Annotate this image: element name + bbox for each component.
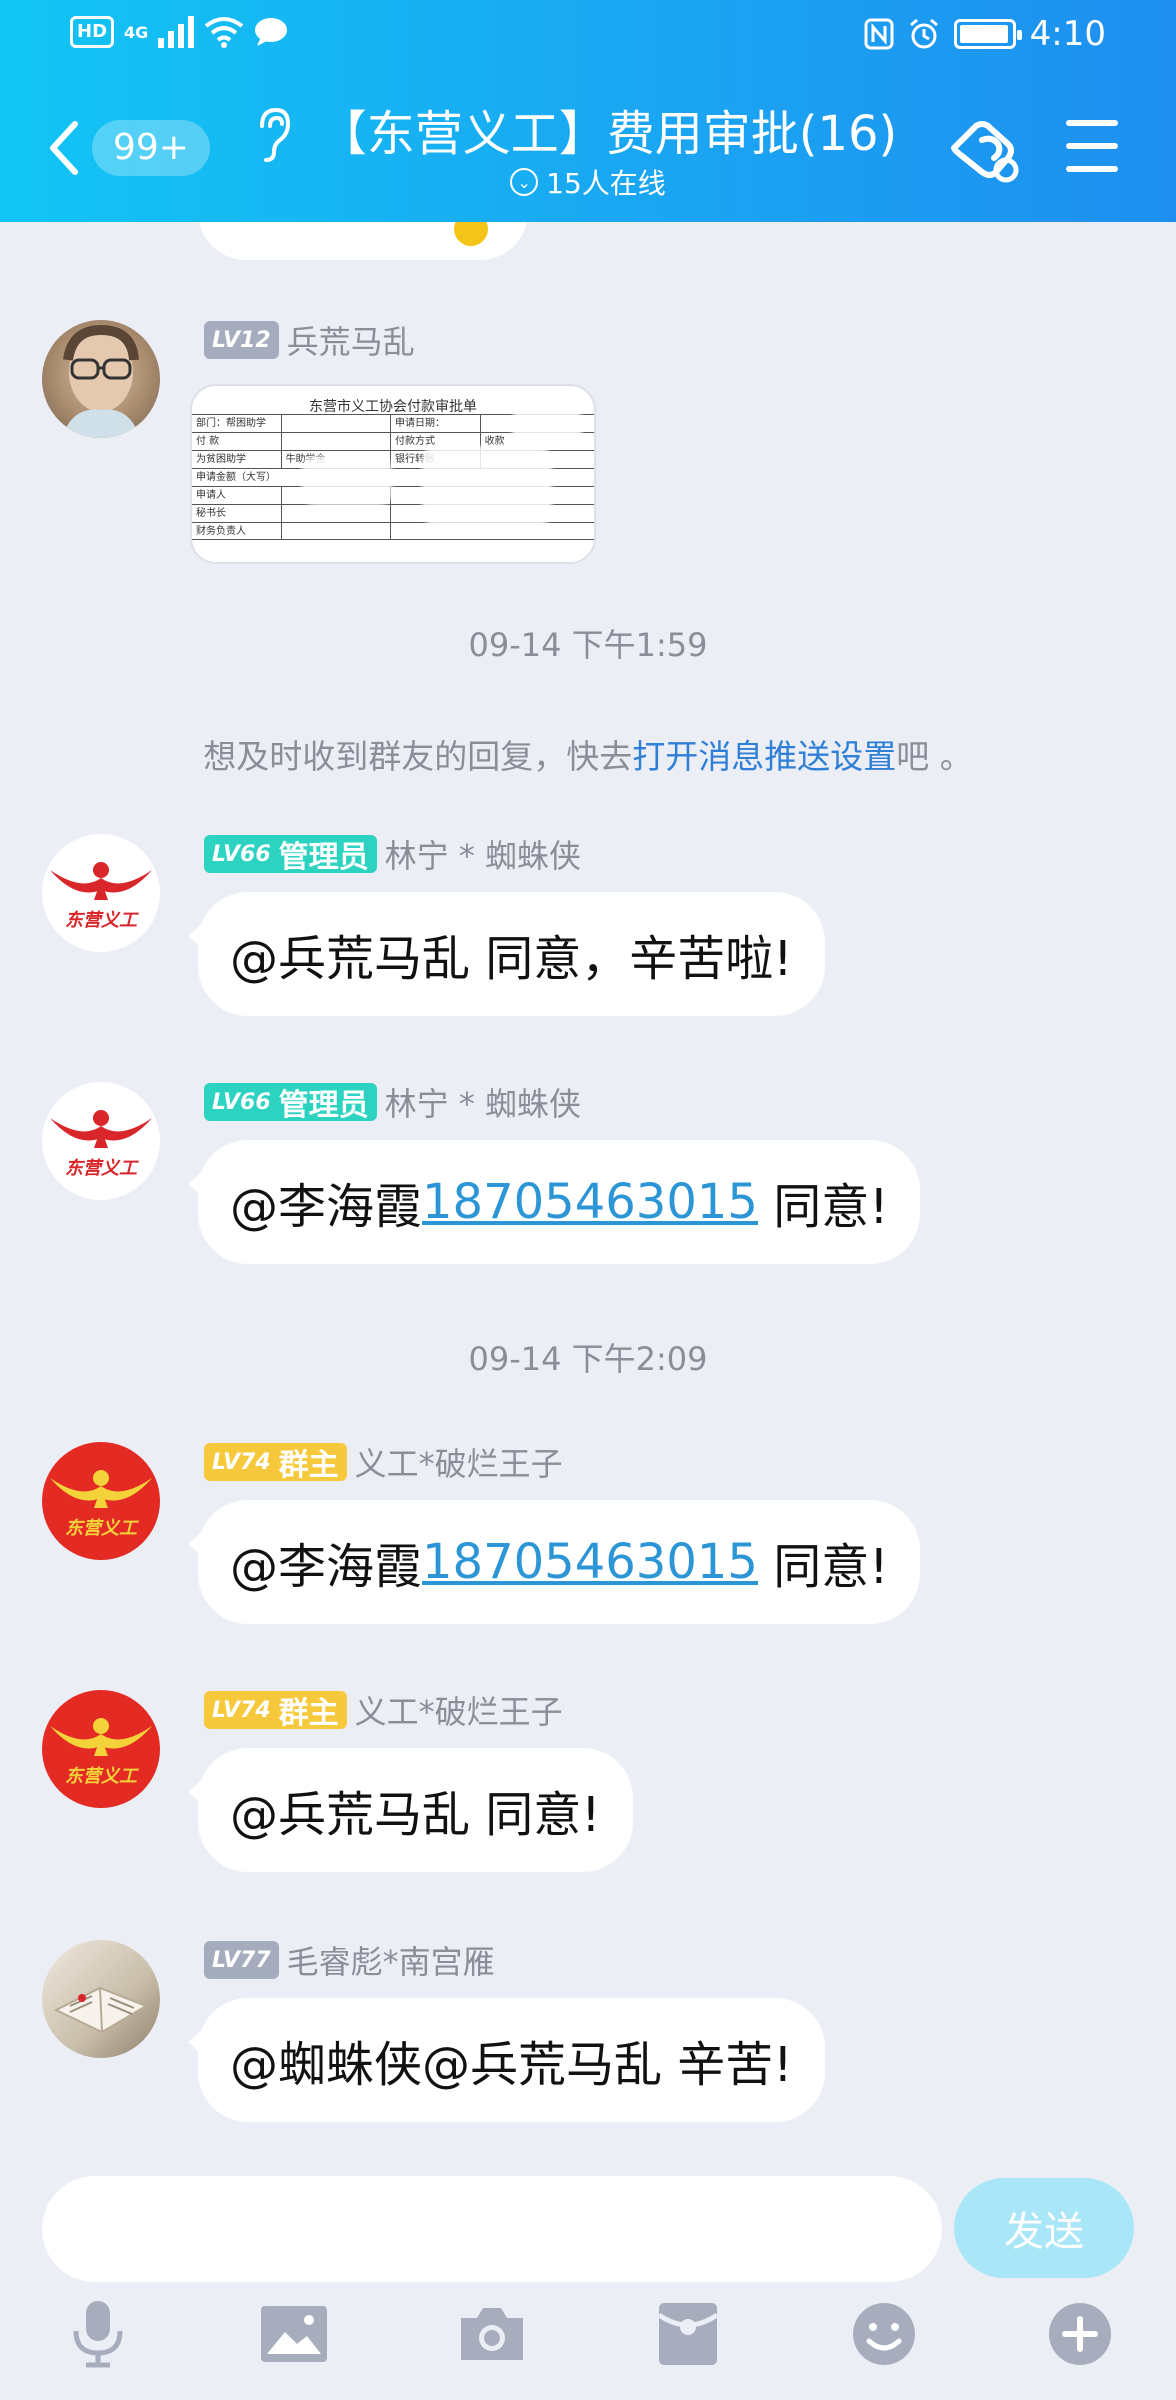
level-badge: LV77 bbox=[204, 1941, 279, 1979]
phone-link[interactable]: 18705463015 bbox=[422, 1534, 758, 1590]
level-badge: LV12 bbox=[204, 321, 279, 359]
redaction-blur bbox=[302, 456, 392, 506]
nfc-icon bbox=[864, 18, 894, 50]
status-time: 4:10 bbox=[1029, 14, 1106, 54]
emoji-icon bbox=[454, 222, 488, 246]
sender-name[interactable]: 义工*破烂王子 bbox=[355, 1687, 563, 1733]
admin-role-badge: 管理员 bbox=[278, 840, 369, 875]
sender-meta: LV66 管理员 林宁 * 蜘蛛侠 bbox=[204, 1079, 581, 1125]
message-bubble-partial[interactable] bbox=[198, 222, 528, 260]
svg-text:东营义工: 东营义工 bbox=[65, 1766, 139, 1787]
push-settings-link[interactable]: 打开消息推送设置 bbox=[632, 737, 896, 776]
owner-role-badge: 群主 bbox=[278, 1448, 339, 1483]
message-text: @兵荒马乱 同意，辛苦啦! bbox=[230, 931, 793, 987]
message-notification-icon bbox=[254, 17, 288, 47]
status-bar: HD 4G 4:10 bbox=[0, 0, 1176, 70]
timestamp: 09-14 下午2:09 bbox=[468, 1340, 708, 1378]
volunteer-logo-icon: 东营义工 bbox=[50, 1110, 152, 1179]
sender-name[interactable]: 林宁 * 蜘蛛侠 bbox=[385, 1079, 581, 1125]
mention-text: @李海霞 bbox=[230, 1539, 423, 1595]
svg-text:东营义工: 东营义工 bbox=[65, 910, 139, 931]
sender-name[interactable]: 林宁 * 蜘蛛侠 bbox=[385, 831, 581, 877]
message-bubble[interactable]: @蜘蛛侠@兵荒马乱 辛苦! bbox=[188, 1998, 825, 2122]
avatar[interactable] bbox=[42, 320, 160, 438]
hd-icon: HD bbox=[70, 16, 115, 48]
level-badge: LV66 管理员 bbox=[204, 1083, 377, 1123]
level-badge: LV74 群主 bbox=[204, 1691, 347, 1731]
network-type: 4G bbox=[124, 22, 149, 42]
phone-link[interactable]: 18705463015 bbox=[422, 1174, 758, 1230]
emoji-icon[interactable] bbox=[844, 2294, 924, 2374]
message-list[interactable]: LV12 兵荒马乱 东营市义工协会付款审批单 部门：帮困助学 申请日期： 付 款付… bbox=[0, 222, 1176, 2172]
plus-icon[interactable] bbox=[1040, 2294, 1120, 2374]
camera-icon[interactable] bbox=[452, 2294, 532, 2374]
mention-text: @李海霞 bbox=[230, 1179, 423, 1235]
redaction-blur bbox=[512, 406, 582, 446]
svg-text:东营义工: 东营义工 bbox=[65, 1158, 139, 1179]
send-button[interactable]: 发送 bbox=[954, 2178, 1134, 2278]
sender-meta: LV77 毛睿彪*南宫雁 bbox=[204, 1937, 495, 1983]
sender-name[interactable]: 兵荒马乱 bbox=[287, 317, 415, 363]
hand-icon[interactable] bbox=[946, 110, 1026, 190]
chat-header: HD 4G 4:10 99+ 【东营义工】费用审批(16) ⌄ 15人在线 bbox=[0, 0, 1176, 222]
signal-icon bbox=[158, 16, 195, 48]
avatar[interactable] bbox=[42, 1940, 160, 2058]
avatar[interactable]: 东营义工 bbox=[42, 834, 160, 952]
input-area: 发送 bbox=[0, 2172, 1176, 2400]
admin-role-badge: 管理员 bbox=[278, 1088, 369, 1123]
alarm-icon bbox=[908, 18, 940, 50]
avatar[interactable]: 东营义工 bbox=[42, 1690, 160, 1808]
owner-role-badge: 群主 bbox=[278, 1696, 339, 1731]
svg-text:东营义工: 东营义工 bbox=[65, 1518, 139, 1539]
message-bubble[interactable]: @李海霞 18705463015 同意! bbox=[187, 1500, 921, 1624]
sender-name[interactable]: 义工*破烂王子 bbox=[355, 1439, 563, 1485]
message-bubble[interactable]: @李海霞 18705463015 同意! bbox=[187, 1140, 921, 1264]
sender-meta: LV74 群主 义工*破烂王子 bbox=[204, 1687, 563, 1733]
sender-meta: LV74 群主 义工*破烂王子 bbox=[204, 1439, 563, 1485]
avatar[interactable]: 东营义工 bbox=[42, 1082, 160, 1200]
sender-name[interactable]: 毛睿彪*南宫雁 bbox=[287, 1937, 495, 1983]
online-count-label: 15人在线 bbox=[546, 167, 666, 200]
message-input[interactable] bbox=[42, 2176, 942, 2282]
chevron-down-icon: ⌄ bbox=[510, 168, 539, 196]
volunteer-logo-icon: 东营义工 bbox=[50, 1718, 152, 1787]
sender-meta: LV12 兵荒马乱 bbox=[204, 317, 415, 363]
level-badge: LV66 管理员 bbox=[204, 835, 377, 875]
avatar[interactable]: 东营义工 bbox=[42, 1442, 160, 1560]
nav-bar: 99+ 【东营义工】费用审批(16) ⌄ 15人在线 bbox=[0, 70, 1176, 222]
message-text: 同意! bbox=[757, 1179, 889, 1235]
input-toolbar bbox=[0, 2294, 1176, 2394]
volunteer-logo-icon: 东营义工 bbox=[50, 862, 152, 931]
message-bubble[interactable]: @兵荒马乱 同意! bbox=[188, 1748, 633, 1872]
red-packet-icon[interactable] bbox=[648, 2294, 728, 2374]
sender-meta: LV66 管理员 林宁 * 蜘蛛侠 bbox=[204, 831, 581, 877]
battery-icon bbox=[953, 19, 1022, 49]
image-icon[interactable] bbox=[254, 2294, 334, 2374]
image-message[interactable]: 东营市义工协会付款审批单 部门：帮困助学 申请日期： 付 款付款方式 收款 为贫困助… bbox=[190, 384, 596, 564]
level-badge: LV74 群主 bbox=[204, 1443, 347, 1483]
redaction-blur bbox=[422, 446, 552, 526]
timestamp: 09-14 下午1:59 bbox=[468, 626, 708, 664]
volunteer-logo-icon: 东营义工 bbox=[50, 1470, 152, 1539]
message-text: 同意! bbox=[757, 1539, 889, 1595]
message-bubble[interactable]: @兵荒马乱 同意，辛苦啦! bbox=[188, 892, 825, 1016]
system-notice: 想及时收到群友的回复，快去打开消息推送设置吧 。 bbox=[203, 737, 973, 776]
wifi-icon bbox=[204, 16, 244, 48]
microphone-icon[interactable] bbox=[58, 2294, 138, 2374]
message-text: @蜘蛛侠@兵荒马乱 辛苦! bbox=[230, 2037, 793, 2093]
message-text: @兵荒马乱 同意! bbox=[230, 1787, 601, 1843]
menu-icon[interactable] bbox=[1066, 120, 1118, 172]
